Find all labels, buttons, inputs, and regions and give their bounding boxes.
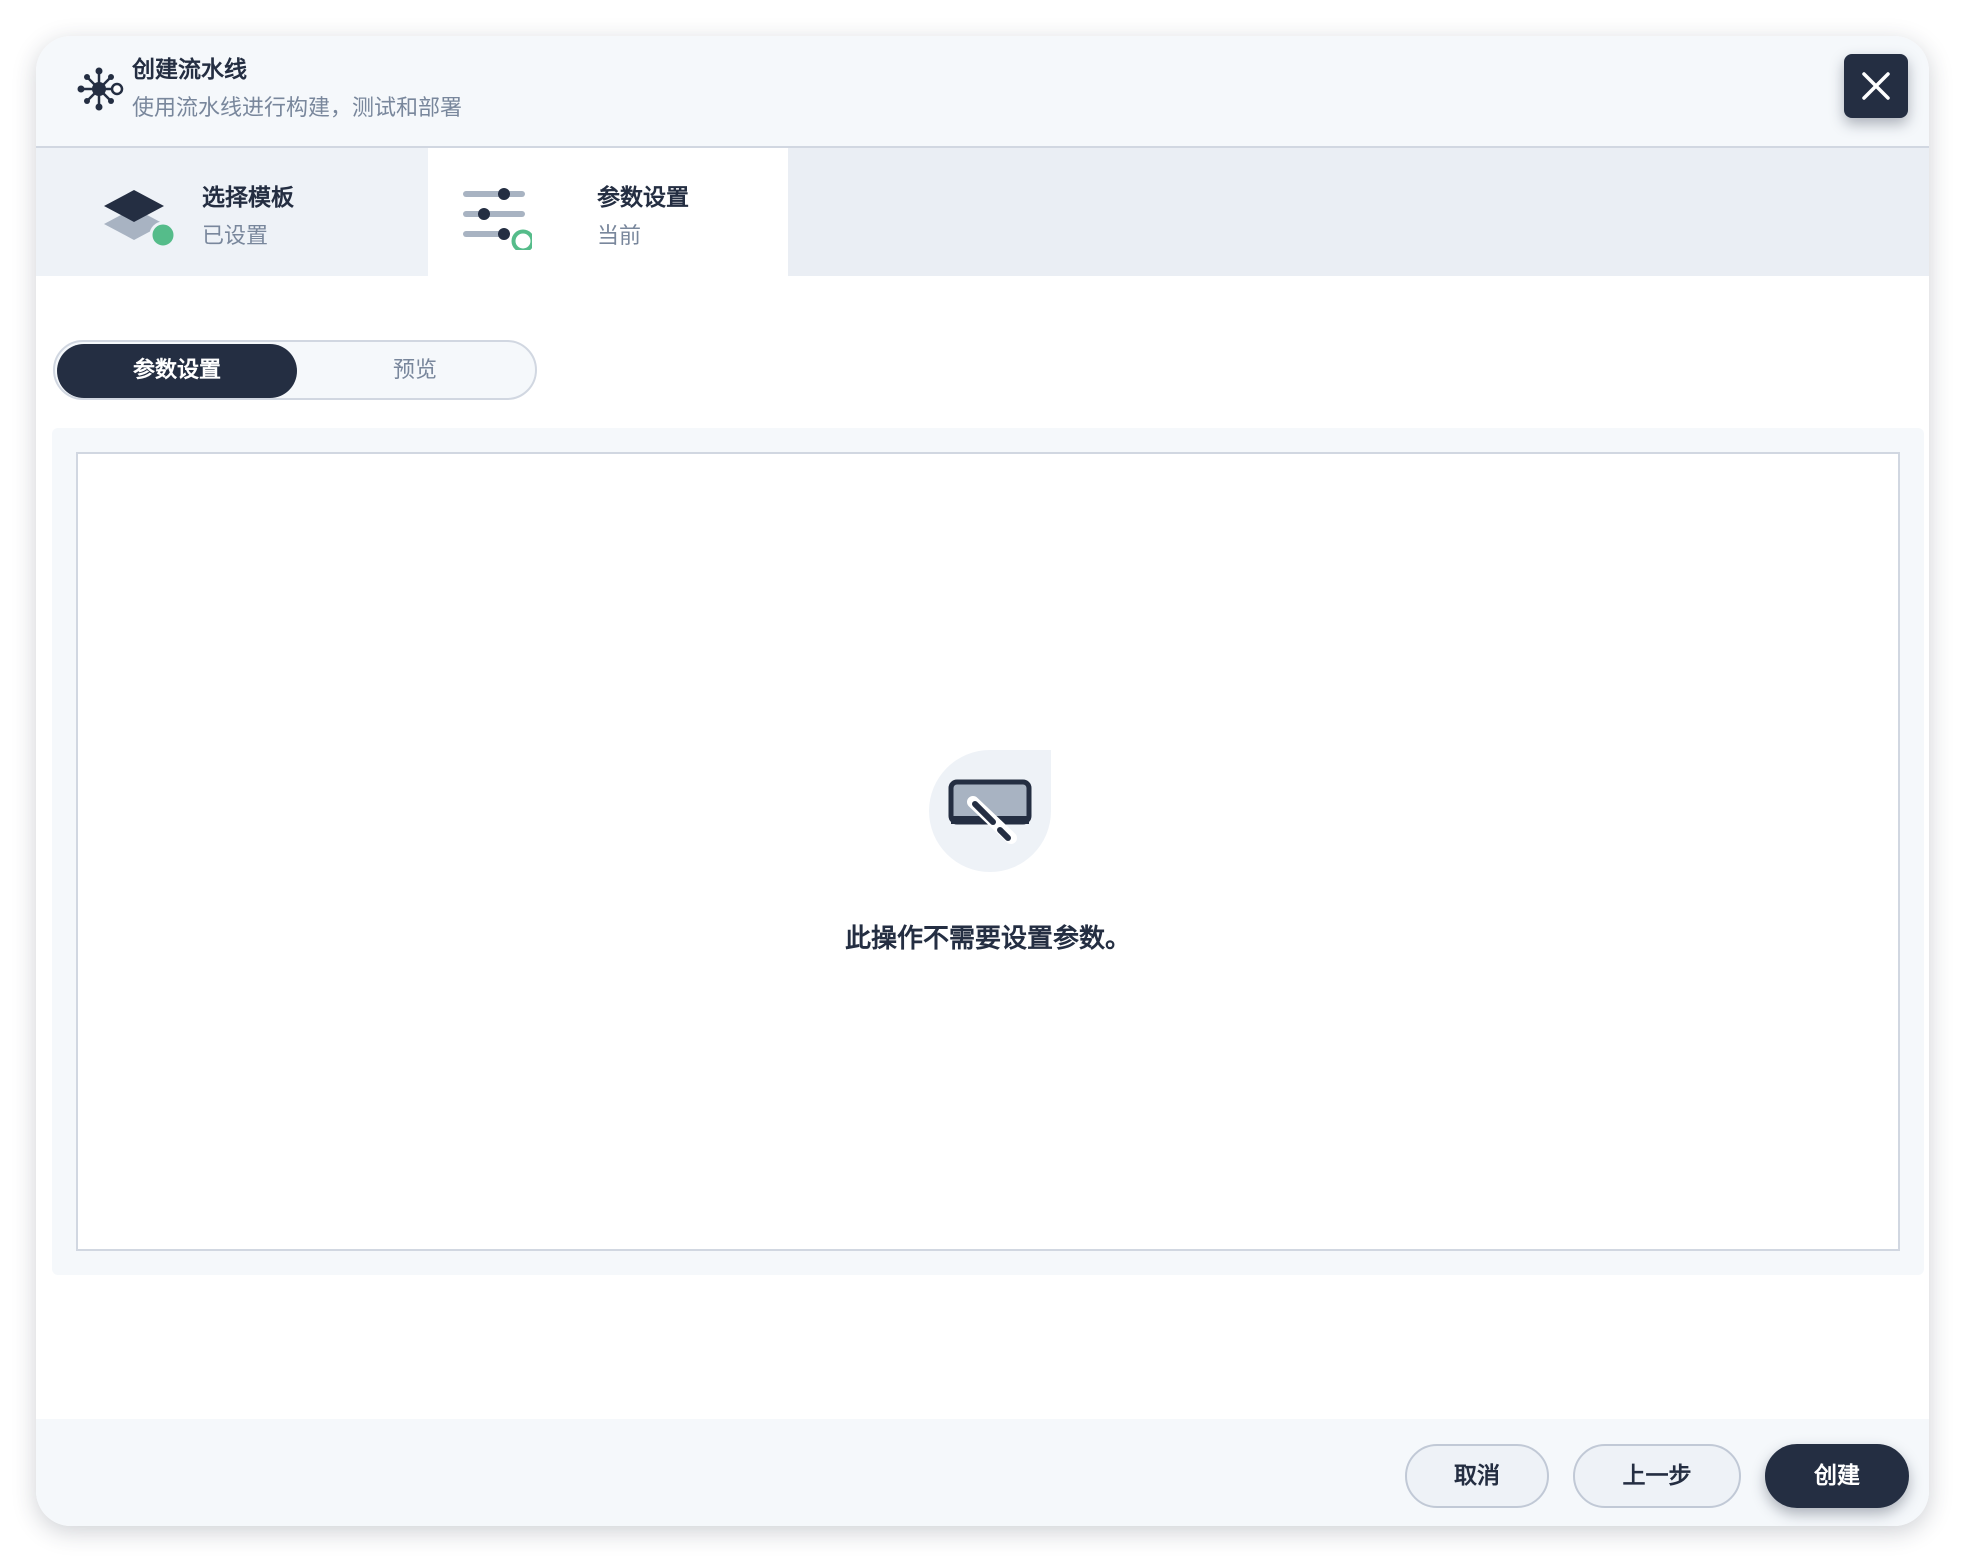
previous-step-button[interactable]: 上一步 [1573,1444,1741,1508]
dialog-footer: 取消 上一步 创建 [36,1419,1929,1526]
content-panel: 此操作不需要设置参数。 [52,428,1924,1275]
step-select-template[interactable]: 选择模板 已设置 [36,148,428,276]
step-status: 当前 [597,224,642,249]
close-icon [1862,72,1890,100]
view-tabs: 参数设置 预览 [53,340,537,400]
step-status: 已设置 [202,224,269,249]
tab-parameter-settings[interactable]: 参数设置 [57,344,297,398]
create-pipeline-dialog: 创建流水线 使用流水线进行构建，测试和部署 选择模板 已设置 参数设置 当前 参… [36,36,1929,1526]
tab-preview[interactable]: 预览 [295,344,535,398]
no-params-icon [929,750,1051,872]
empty-state-message: 此操作不需要设置参数。 [844,924,1131,954]
step-title: 参数设置 [597,185,689,211]
close-button[interactable] [1844,54,1908,118]
cancel-button[interactable]: 取消 [1405,1444,1549,1508]
step-parameter-settings[interactable]: 参数设置 当前 [428,148,788,276]
create-button[interactable]: 创建 [1765,1444,1909,1508]
step-title: 选择模板 [202,185,294,211]
wizard-steps: 选择模板 已设置 参数设置 当前 [36,148,1929,276]
parameters-area: 此操作不需要设置参数。 [76,452,1900,1251]
dialog-description: 使用流水线进行构建，测试和部署 [132,96,463,121]
sliders-icon [460,178,535,253]
pipeline-icon [74,64,124,114]
dialog-title: 创建流水线 [132,57,247,83]
layers-icon [102,178,177,250]
dialog-header: 创建流水线 使用流水线进行构建，测试和部署 [36,36,1929,148]
